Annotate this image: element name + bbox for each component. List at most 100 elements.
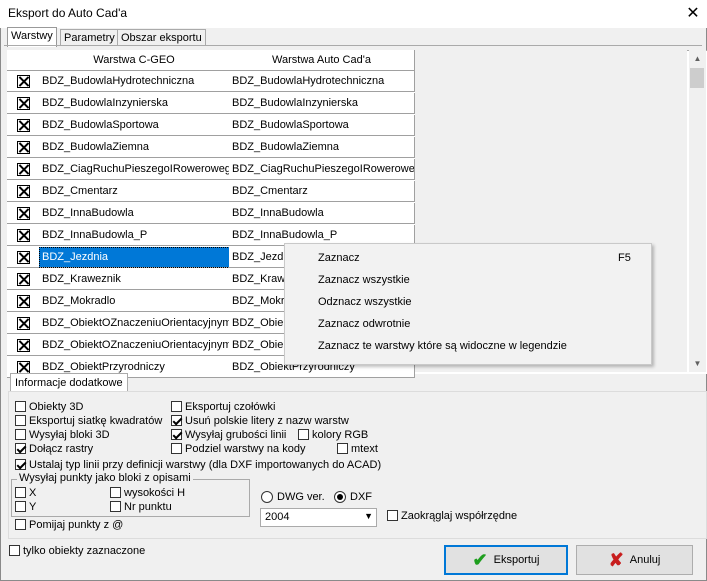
radio-dxf[interactable]: DXF (334, 490, 372, 504)
cgeo-layer-cell[interactable]: BDZ_BudowlaSportowa (39, 115, 230, 136)
export-button-label: Eksportuj (493, 554, 540, 566)
row-checkbox[interactable] (7, 203, 40, 224)
cgeo-layer-cell[interactable]: BDZ_InnaBudowla_P (39, 225, 230, 246)
cgeo-layer-cell[interactable]: BDZ_BudowlaHydrotechniczna (39, 71, 230, 92)
row-checkbox[interactable] (7, 115, 40, 136)
cgeo-layer-cell[interactable]: BDZ_ObiektOZnaczeniuOrientacyjnym (39, 335, 230, 356)
checkbox-label: Pomijaj punkty z @ (29, 518, 124, 531)
checkbox-siatka[interactable]: Eksportuj siatkę kwadratów (15, 414, 162, 427)
cgeo-layer-cell[interactable]: BDZ_ObiektOZnaczeniuOrientacyjnym (39, 313, 230, 334)
checkbox-box (15, 415, 26, 426)
grid-header-acad[interactable]: Warstwa Auto Cad'a (229, 50, 415, 71)
scroll-down-icon[interactable]: ▼ (689, 355, 706, 372)
cgeo-layer-cell[interactable]: BDZ_CiagRuchuPieszegoIRowerowego (39, 159, 230, 180)
row-checkbox[interactable] (7, 291, 40, 312)
radio-dot (261, 491, 273, 503)
checkbox-rastry[interactable]: Dołącz rastry (15, 442, 93, 455)
row-checkbox[interactable] (7, 93, 40, 114)
checkbox-label: mtext (351, 442, 378, 455)
checked-box-icon (16, 339, 30, 352)
chevron-down-icon: ▼ (364, 511, 373, 521)
checkbox-box (298, 429, 309, 440)
checkbox-polskie-litery[interactable]: Usuń polskie litery z nazw warstw (171, 414, 349, 427)
acad-layer-cell[interactable]: BDZ_BudowlaZiemna (229, 137, 415, 158)
row-checkbox[interactable] (7, 181, 40, 202)
checkbox-box (15, 487, 26, 498)
grid-header-cgeo[interactable]: Warstwa C-GEO (39, 50, 230, 71)
checkbox-kolory-rgb[interactable]: kolory RGB (298, 428, 368, 441)
checkbox-obiekty-3d[interactable]: Obiekty 3D (15, 400, 83, 413)
tab-informacje-dodatkowe[interactable]: Informacje dodatkowe (10, 373, 128, 392)
cgeo-layer-cell[interactable]: BDZ_Mokradlo (39, 291, 230, 312)
checkbox-mtext[interactable]: mtext (337, 442, 378, 455)
checked-box-icon (16, 229, 30, 242)
tab-warstwy[interactable]: Warstwy (7, 27, 57, 47)
row-checkbox[interactable] (7, 159, 40, 180)
cgeo-layer-cell[interactable]: BDZ_Cmentarz (39, 181, 230, 202)
checkbox-czolowki[interactable]: Eksportuj czołówki (171, 400, 275, 413)
menu-item-zaznacz[interactable]: Zaznacz F5 (285, 247, 651, 269)
checkbox-box (110, 501, 121, 512)
checked-box-icon (16, 141, 30, 154)
grid-scrollbar[interactable]: ▲ ▼ (689, 50, 706, 372)
context-menu: Zaznacz F5 Zaznacz wszystkie Odznacz wsz… (284, 243, 652, 365)
checkbox-nr-punktu[interactable]: Nr punktu (110, 500, 172, 513)
checked-box-icon (16, 295, 30, 308)
acad-layer-cell[interactable]: BDZ_CiagRuchuPieszegoIRowerowego (229, 159, 415, 180)
checked-box-icon (16, 163, 30, 176)
cgeo-layer-cell[interactable]: BDZ_BudowlaInzynierska (39, 93, 230, 114)
acad-layer-cell[interactable]: BDZ_BudowlaHydrotechniczna (229, 71, 415, 92)
row-checkbox[interactable] (7, 71, 40, 92)
radio-label: DXF (350, 491, 372, 503)
checkbox-label: tylko obiekty zaznaczone (23, 544, 146, 557)
row-checkbox[interactable] (7, 225, 40, 246)
cgeo-layer-cell[interactable]: BDZ_Kraweznik (39, 269, 230, 290)
checkbox-box (15, 443, 26, 454)
menu-item-zaznacz-odwrotnie[interactable]: Zaznacz odwrotnie (285, 313, 651, 335)
checkbox-x[interactable]: X (15, 486, 36, 499)
row-checkbox[interactable] (7, 313, 40, 334)
radio-dwg[interactable]: DWG ver. (261, 490, 325, 504)
checkbox-label: Usuń polskie litery z nazw warstw (185, 414, 349, 427)
acad-layer-cell[interactable]: BDZ_InnaBudowla (229, 203, 415, 224)
scroll-up-icon[interactable]: ▲ (689, 50, 706, 67)
row-checkbox[interactable] (7, 137, 40, 158)
menu-item-odznacz-wszystkie[interactable]: Odznacz wszystkie (285, 291, 651, 313)
checkbox-box (15, 429, 26, 440)
menu-item-zaznacz-widoczne[interactable]: Zaznacz te warstwy które są widoczne w l… (285, 335, 651, 357)
checkbox-box (110, 487, 121, 498)
version-select[interactable]: 2004 ▼ (260, 508, 377, 527)
cross-icon: ✘ (608, 549, 624, 570)
menu-item-zaznacz-wszystkie[interactable]: Zaznacz wszystkie (285, 269, 651, 291)
tab-parametry[interactable]: Parametry (60, 29, 119, 46)
checkbox-tylko-zaznaczone[interactable]: tylko obiekty zaznaczone (9, 544, 145, 557)
export-button[interactable]: ✔ Eksportuj (444, 545, 568, 575)
row-checkbox[interactable] (7, 269, 40, 290)
acad-layer-cell[interactable]: BDZ_BudowlaSportowa (229, 115, 415, 136)
cgeo-layer-cell[interactable]: BDZ_BudowlaZiemna (39, 137, 230, 158)
row-checkbox[interactable] (7, 335, 40, 356)
checkbox-box (15, 401, 26, 412)
row-checkbox[interactable] (7, 247, 40, 268)
acad-layer-cell[interactable]: BDZ_BudowlaInzynierska (229, 93, 415, 114)
checkbox-wysokosci[interactable]: wysokości H (110, 486, 185, 499)
cgeo-layer-cell[interactable]: BDZ_InnaBudowla (39, 203, 230, 224)
cancel-button[interactable]: ✘ Anuluj (576, 545, 693, 575)
checked-box-icon (16, 75, 30, 88)
checkbox-pomijaj[interactable]: Pomijaj punkty z @ (15, 518, 123, 531)
checkbox-bloki-3d[interactable]: Wysyłaj bloki 3D (15, 428, 110, 441)
checkbox-typ-linii[interactable]: Ustalaj typ linii przy definicji warstwy… (15, 458, 381, 471)
checkbox-zaokraglaj[interactable]: Zaokrąglaj współrzędne (387, 509, 517, 522)
checkbox-y[interactable]: Y (15, 500, 36, 513)
checkbox-podzial[interactable]: Podziel warstwy na kody (171, 442, 305, 455)
checkbox-box (171, 401, 182, 412)
checkbox-label: Podziel warstwy na kody (185, 442, 306, 455)
tab-obszar-eksportu[interactable]: Obszar eksportu (117, 29, 206, 46)
checkbox-label: Obiekty 3D (29, 400, 84, 413)
cgeo-layer-cell[interactable]: BDZ_Jezdnia (39, 247, 230, 268)
close-icon[interactable]: ✕ (682, 3, 704, 25)
scroll-thumb[interactable] (690, 68, 704, 88)
checkbox-box (337, 443, 348, 454)
acad-layer-cell[interactable]: BDZ_Cmentarz (229, 181, 415, 202)
checkbox-grubosci[interactable]: Wysyłaj grubości linii (171, 428, 286, 441)
